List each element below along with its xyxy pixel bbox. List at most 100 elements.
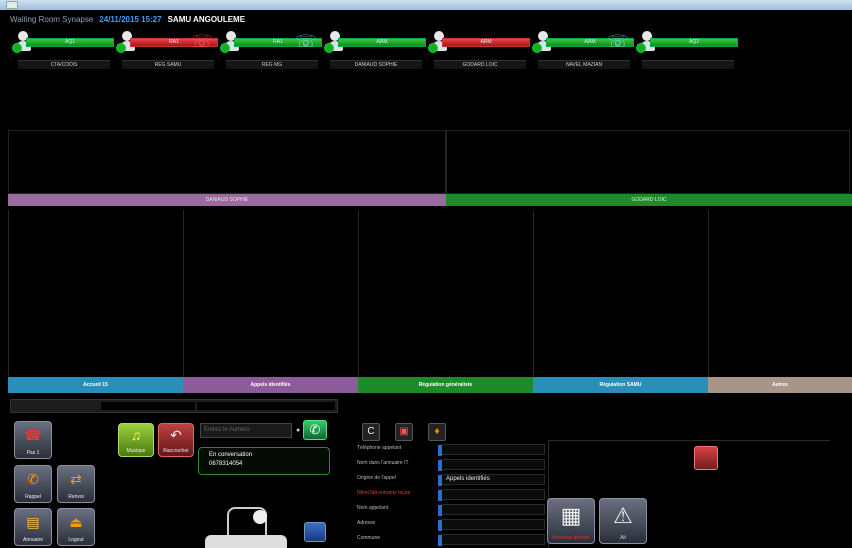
- form-row: Nom dans l'annuaire IT: [357, 459, 545, 471]
- phone-icon: ✆: [27, 471, 39, 487]
- pas1-button[interactable]: ☎ Pas 1: [14, 421, 52, 459]
- field-handle: [438, 445, 442, 456]
- warning-icon: ⚠: [613, 503, 633, 528]
- dial-input[interactable]: Entrez le numéro: [200, 423, 292, 438]
- datetime: 24/11/2015 15:27: [99, 14, 162, 24]
- queue-pane-other: [708, 210, 852, 378]
- agent-name: DANIAUD SOPHIE: [330, 60, 422, 69]
- form-field[interactable]: [438, 504, 545, 516]
- new-folder-button[interactable]: ▦ Nouveau dossier: [547, 498, 595, 544]
- info-strip: [10, 399, 338, 413]
- center-name: SAMU ANGOULEME: [167, 14, 246, 24]
- form-field[interactable]: [438, 459, 545, 471]
- agent-status-bar: AQ1: [26, 38, 114, 47]
- agent-status-bar: ARM: [338, 38, 426, 47]
- queue-bar-regulation-samu[interactable]: Régulation SAMU: [533, 377, 708, 393]
- queue-pane-accueil: [8, 210, 183, 378]
- form-field[interactable]: [438, 534, 545, 546]
- directory-icon: ▤: [26, 514, 40, 530]
- handset-icon: ☏: [607, 32, 629, 51]
- info-field-1: [101, 402, 195, 410]
- transfer-icon: ⇄: [70, 471, 82, 487]
- form-row: Nom appelant: [357, 504, 545, 516]
- field-handle: [438, 520, 442, 531]
- queue-pane-regulation-samu: [533, 210, 708, 378]
- queue-bar-other[interactable]: Autres: [708, 377, 852, 393]
- person-alert-icon[interactable]: ♦: [428, 423, 446, 441]
- pane-right: [446, 130, 850, 194]
- form-label: Nom dans l'annuaire IT: [357, 460, 409, 466]
- field-handle: [438, 475, 442, 486]
- music-button[interactable]: ♫ Musique: [118, 423, 154, 457]
- agent-slot[interactable]: ARM ☏ NAVEL MAZIAN: [532, 30, 636, 70]
- window-titlebar: [0, 0, 852, 10]
- music-icon: ♫: [130, 427, 142, 443]
- agent-slot[interactable]: AQ2: [636, 30, 740, 70]
- call-icon: ✆: [309, 422, 321, 437]
- small-blue-button[interactable]: [304, 522, 326, 542]
- form-label: Nbre/Jalt entrants reçus: [357, 490, 411, 496]
- c-icon[interactable]: C: [362, 423, 380, 441]
- agent-name: GODARD LOIC: [434, 60, 526, 69]
- form-row: Origine de l'appel Appels identifiés: [357, 474, 545, 486]
- info-field-2: [197, 402, 335, 410]
- queue-bar-accueil[interactable]: Accueil 15: [8, 377, 183, 393]
- queue-bar-identified[interactable]: Appels identifiés: [183, 377, 358, 393]
- agent-slot[interactable]: RA1 ☏ REG MG: [220, 30, 324, 70]
- field-handle: [438, 505, 442, 516]
- annuaire-button[interactable]: ▤ Annuaire: [14, 508, 52, 546]
- pane-left: [8, 130, 446, 194]
- room-name: Waiting Room Synapse: [10, 14, 94, 24]
- form-label: Nom appelant: [357, 505, 389, 511]
- agent-name: REG SAMU: [122, 60, 214, 69]
- form-field[interactable]: [438, 489, 545, 501]
- logout-button[interactable]: ⏏ Logout: [57, 508, 95, 546]
- group-bar-daniaud: DANIAUD SOPHIE: [8, 194, 446, 206]
- hangup-button[interactable]: ↶ Raccrocher: [158, 423, 194, 457]
- group-bar-godard: GODARD LOIC: [446, 194, 852, 206]
- agent-name: NAVEL MAZIAN: [538, 60, 630, 69]
- mascot-logo: [205, 505, 287, 548]
- queue-pane-regulation-gen: [358, 210, 533, 378]
- clear-icon[interactable]: ●: [296, 427, 302, 434]
- form-value: Appels identifiés: [446, 476, 490, 482]
- conversation-status: En conversation: [209, 452, 253, 458]
- dial-button[interactable]: ✆: [303, 420, 327, 440]
- form-label: Téléphone appelant: [357, 445, 402, 451]
- hangup-icon: ↶: [170, 427, 182, 443]
- renvoi-button[interactable]: ⇄ Renvoi: [57, 465, 95, 503]
- form-row: Nbre/Jalt entrants reçus: [357, 489, 545, 501]
- form-field[interactable]: [438, 519, 545, 531]
- rappel-button[interactable]: ✆ Rappel: [14, 465, 52, 503]
- conversation-box: En conversation 0678314054: [198, 447, 330, 475]
- field-handle: [438, 535, 442, 546]
- agent-status-bar: ARM: [442, 38, 530, 47]
- form-label: Origine de l'appel: [357, 475, 396, 481]
- folder-icon: ▦: [560, 503, 582, 528]
- agent-slot[interactable]: ARM GODARD LOIC: [428, 30, 532, 70]
- form-label: Adresse: [357, 520, 376, 526]
- agent-slot[interactable]: ARM DANIAUD SOPHIE: [324, 30, 428, 70]
- agent-name: REG MG: [226, 60, 318, 69]
- form-field[interactable]: Appels identifiés: [438, 474, 545, 486]
- agent-name: [642, 60, 734, 69]
- agent-slot[interactable]: RA1 ☏ REG SAMU: [116, 30, 220, 70]
- window-icon: [6, 1, 18, 9]
- agent-slot[interactable]: AQ1 CTA/CODIS: [12, 30, 116, 70]
- headset-icon: ☎: [24, 427, 42, 443]
- card-icon[interactable]: ▣: [395, 423, 413, 441]
- queue-bar-regulation-gen[interactable]: Régulation généraliste: [358, 377, 533, 393]
- form-row: Commune: [357, 534, 545, 546]
- form-field[interactable]: [438, 444, 545, 456]
- alert-button[interactable]: [694, 446, 718, 470]
- form-label: Commune: [357, 535, 381, 541]
- logout-icon: ⏏: [69, 514, 83, 530]
- handset-icon: ☏: [191, 32, 213, 51]
- alarm-button[interactable]: ⚠ Alt: [599, 498, 647, 544]
- conversation-number: 0678314054: [209, 461, 243, 467]
- form-row: Téléphone appelant: [357, 444, 545, 456]
- queue-pane-identified: [183, 210, 358, 378]
- form-row: Adresse: [357, 519, 545, 531]
- header-info: Waiting Room Synapse 24/11/2015 15:27 SA…: [10, 13, 245, 25]
- agent-status-bar: AQ2: [650, 38, 738, 47]
